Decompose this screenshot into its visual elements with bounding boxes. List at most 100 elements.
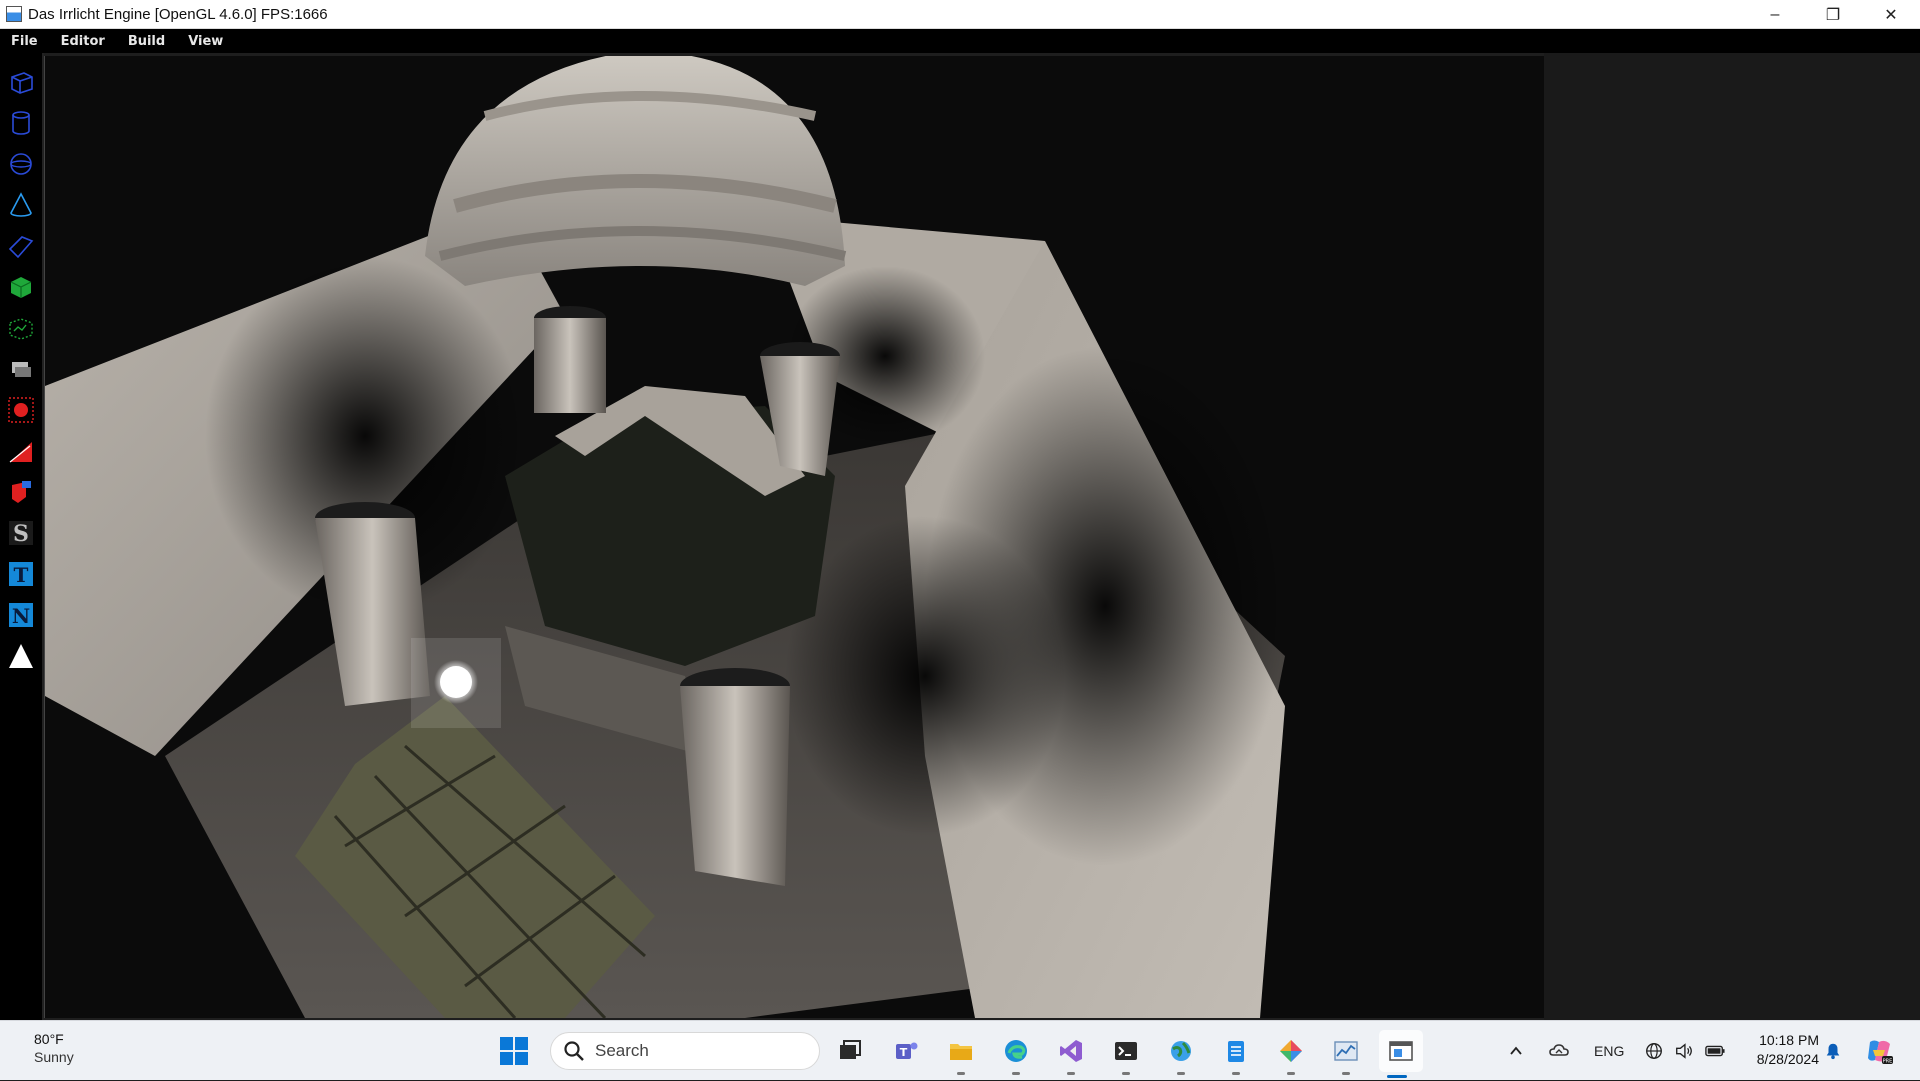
plane-wireframe-icon bbox=[8, 236, 34, 259]
spot-light-icon bbox=[9, 442, 32, 463]
add-cone-button[interactable] bbox=[4, 188, 38, 222]
system-clock[interactable]: 10:18 PM 8/28/2024 bbox=[1744, 1031, 1819, 1069]
edge-button[interactable] bbox=[998, 1033, 1034, 1075]
add-node-button[interactable]: N bbox=[4, 598, 38, 632]
performance-monitor-icon bbox=[1334, 1041, 1358, 1061]
network-globe-icon bbox=[1646, 1043, 1662, 1059]
network-tray-button[interactable] bbox=[1644, 1021, 1664, 1081]
clock-time: 10:18 PM bbox=[1759, 1032, 1819, 1048]
billboard-icon bbox=[12, 362, 31, 377]
menu-build[interactable]: Build bbox=[117, 34, 177, 49]
add-plane-button[interactable] bbox=[4, 229, 38, 263]
speaker-icon bbox=[1676, 1043, 1692, 1059]
paint-app-button[interactable] bbox=[1273, 1033, 1309, 1075]
add-triangle-button[interactable] bbox=[4, 639, 38, 673]
add-skybox-button[interactable]: S bbox=[4, 516, 38, 550]
restore-button[interactable]: ❐ bbox=[1804, 0, 1862, 29]
node-letter: N bbox=[12, 604, 30, 628]
globe-app-icon bbox=[1171, 1041, 1191, 1061]
text-letter: T bbox=[14, 563, 29, 587]
add-terrain-button[interactable] bbox=[4, 311, 38, 345]
add-billboard-button[interactable] bbox=[4, 352, 38, 386]
running-indicator bbox=[1012, 1072, 1020, 1075]
show-hidden-icons-button[interactable] bbox=[1508, 1021, 1524, 1081]
window-controls: – ❐ ✕ bbox=[1746, 0, 1920, 29]
scene-render bbox=[45, 56, 1544, 1018]
active-indicator bbox=[1387, 1075, 1407, 1078]
menu-view[interactable]: View bbox=[177, 34, 235, 49]
performance-monitor-button[interactable] bbox=[1328, 1033, 1364, 1075]
sync-cloud-icon bbox=[1549, 1044, 1569, 1056]
directional-light-icon bbox=[12, 481, 31, 503]
running-indicator bbox=[1342, 1072, 1350, 1075]
bell-icon bbox=[1826, 1043, 1840, 1060]
point-light-icon bbox=[8, 397, 34, 423]
chevron-up-icon bbox=[1510, 1046, 1522, 1055]
menu-editor[interactable]: Editor bbox=[50, 34, 117, 49]
add-cube-button[interactable] bbox=[4, 65, 38, 99]
cylinder-wireframe-icon bbox=[12, 111, 30, 135]
edge-icon bbox=[1005, 1040, 1027, 1062]
skybox-icon: S bbox=[9, 521, 33, 547]
text-icon: T bbox=[9, 562, 33, 587]
add-point-light-button[interactable] bbox=[4, 393, 38, 427]
clock-date: 8/28/2024 bbox=[1756, 1051, 1819, 1067]
minimize-button[interactable]: – bbox=[1746, 0, 1804, 29]
weather-widget[interactable]: 80°F Sunny bbox=[34, 1031, 74, 1065]
visual-studio-button[interactable] bbox=[1053, 1033, 1089, 1075]
node-icon: N bbox=[9, 603, 33, 628]
svg-text:T: T bbox=[900, 1046, 908, 1059]
running-indicator bbox=[1067, 1072, 1075, 1075]
notifications-button[interactable] bbox=[1824, 1021, 1842, 1081]
globe-app-button[interactable] bbox=[1163, 1033, 1199, 1075]
search-input[interactable] bbox=[595, 1041, 795, 1061]
window-title: Das Irrlicht Engine [OpenGL 4.6.0] FPS:1… bbox=[28, 5, 328, 23]
file-explorer-button[interactable] bbox=[943, 1033, 979, 1075]
add-text-button[interactable]: T bbox=[4, 557, 38, 591]
terminal-button[interactable] bbox=[1108, 1033, 1144, 1075]
copilot-button[interactable]: PRE bbox=[1864, 1021, 1894, 1081]
language-indicator[interactable]: ENG bbox=[1594, 1021, 1624, 1081]
skybox-letter: S bbox=[13, 521, 29, 547]
teams-button[interactable]: T bbox=[888, 1033, 924, 1069]
running-indicator bbox=[1232, 1072, 1240, 1075]
start-button[interactable] bbox=[498, 1035, 530, 1067]
battery-tray-button[interactable] bbox=[1704, 1021, 1726, 1081]
menu-file[interactable]: File bbox=[0, 34, 50, 49]
teams-icon: T bbox=[896, 1042, 918, 1059]
svg-text:PRE: PRE bbox=[1883, 1059, 1893, 1065]
notepad-button[interactable] bbox=[1218, 1033, 1254, 1075]
windows-logo-icon bbox=[500, 1037, 528, 1065]
add-sphere-button[interactable] bbox=[4, 147, 38, 181]
add-spot-light-button[interactable] bbox=[4, 434, 38, 468]
cube-wireframe-icon bbox=[11, 72, 33, 94]
app-window-icon bbox=[6, 6, 22, 22]
task-view-icon bbox=[840, 1040, 861, 1059]
task-view-button[interactable] bbox=[832, 1033, 868, 1069]
add-cylinder-button[interactable] bbox=[4, 106, 38, 140]
3d-viewport[interactable] bbox=[44, 56, 1544, 1018]
green-cube-icon bbox=[10, 277, 32, 298]
volume-tray-button[interactable] bbox=[1674, 1021, 1694, 1081]
right-empty-area bbox=[1544, 53, 1920, 1020]
triangle-icon bbox=[9, 644, 33, 668]
irrlicht-window-button[interactable] bbox=[1379, 1030, 1423, 1078]
weather-temperature: 80°F bbox=[34, 1031, 64, 1047]
cone-wireframe-icon bbox=[10, 192, 32, 217]
scene-node-toolbar: S T N bbox=[0, 53, 44, 1020]
add-directional-light-button[interactable] bbox=[4, 475, 38, 509]
close-button[interactable]: ✕ bbox=[1862, 0, 1920, 29]
file-explorer-icon bbox=[950, 1044, 972, 1060]
notepad-icon bbox=[1228, 1041, 1244, 1062]
irrlicht-window-icon bbox=[1389, 1041, 1413, 1061]
running-indicator bbox=[957, 1072, 965, 1075]
search-icon bbox=[564, 1041, 584, 1061]
taskbar-search[interactable] bbox=[550, 1032, 820, 1070]
visual-studio-icon bbox=[1060, 1040, 1082, 1062]
add-mesh-button[interactable] bbox=[4, 270, 38, 304]
onedrive-tray-button[interactable] bbox=[1548, 1021, 1570, 1081]
running-indicator bbox=[1287, 1072, 1295, 1075]
weather-condition: Sunny bbox=[34, 1049, 74, 1065]
menu-bar: File Editor Build View bbox=[0, 29, 1920, 53]
running-indicator bbox=[1177, 1072, 1185, 1075]
